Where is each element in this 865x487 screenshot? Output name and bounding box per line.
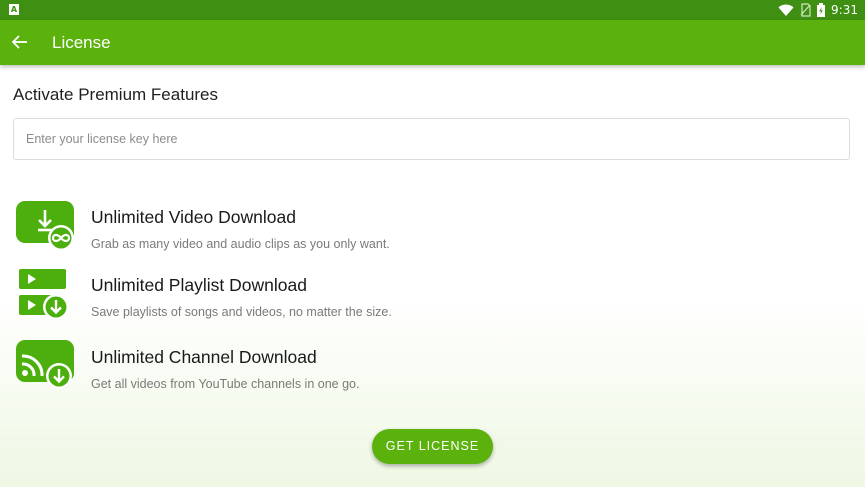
page-title: License [52, 33, 111, 52]
feature-item: Unlimited Video Download Grab as many vi… [15, 199, 835, 259]
status-bar: A 9:31 [0, 0, 865, 20]
battery-icon [817, 3, 826, 17]
section-heading: Activate Premium Features [13, 85, 219, 104]
channel-download-icon [16, 340, 74, 389]
license-key-input[interactable] [13, 118, 850, 160]
feature-item: Unlimited Channel Download Get all video… [15, 339, 835, 399]
feature-description: Grab as many video and audio clips as yo… [91, 237, 390, 251]
feature-title: Unlimited Playlist Download [91, 275, 307, 295]
sim-icon [800, 3, 811, 17]
feature-title: Unlimited Channel Download [91, 347, 317, 367]
feature-item: Unlimited Playlist Download Save playlis… [15, 267, 835, 327]
notification-app-icon: A [9, 4, 19, 15]
arrow-back-icon[interactable] [10, 32, 30, 52]
app-bar: License [0, 20, 865, 65]
feature-title: Unlimited Video Download [91, 207, 296, 227]
status-time: 9:31 [831, 3, 858, 17]
status-icons: 9:31 [778, 0, 858, 20]
wifi-icon [778, 4, 794, 16]
playlist-download-icon [19, 269, 69, 320]
video-download-infinity-icon [16, 201, 74, 251]
feature-description: Get all videos from YouTube channels in … [91, 377, 360, 391]
feature-description: Save playlists of songs and videos, no m… [91, 305, 392, 319]
get-license-button[interactable]: GET LICENSE [372, 429, 493, 464]
